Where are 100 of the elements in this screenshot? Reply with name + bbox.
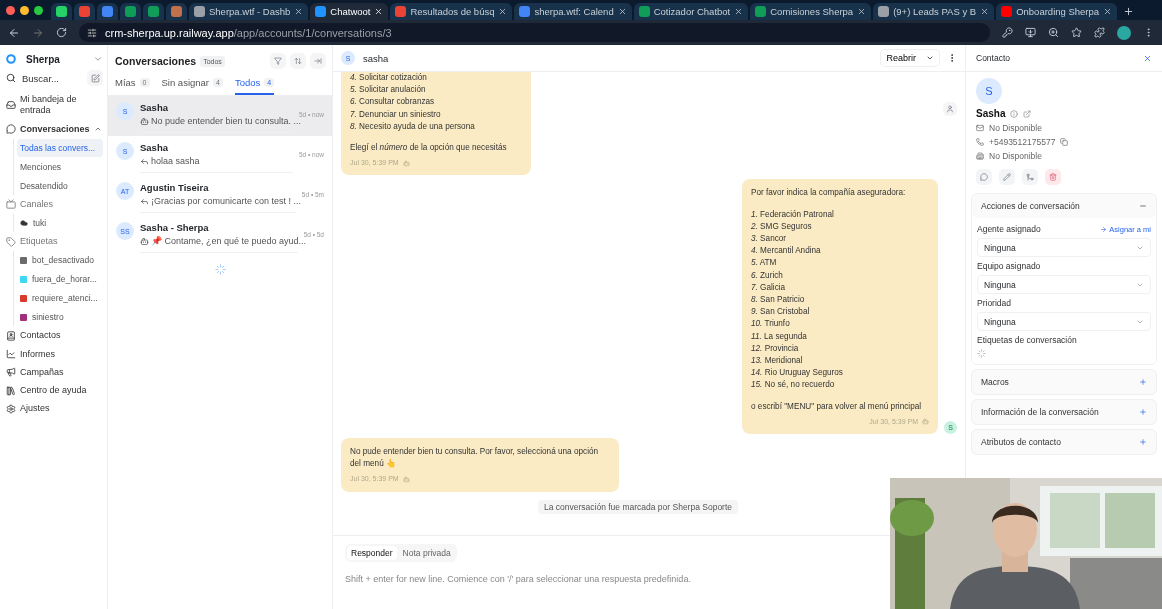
message-text: Elegí el número de la opción que necesitás xyxy=(350,142,508,154)
close-icon[interactable] xyxy=(857,7,867,16)
nav-item[interactable]: Ajustes xyxy=(4,400,103,418)
nav-item[interactable]: Conversaciones xyxy=(4,120,103,138)
nav-item[interactable]: Informes xyxy=(4,345,103,363)
nav-subitem-label: Todas las convers... xyxy=(20,142,96,153)
search-icon xyxy=(6,73,16,83)
select-field[interactable]: Ninguna xyxy=(977,275,1151,294)
contact-name: Sasha xyxy=(976,108,1006,119)
new-tab-icon[interactable] xyxy=(1123,6,1135,17)
message-text: 6. Consultar cobranzas xyxy=(350,96,436,109)
megaphone-icon xyxy=(6,367,16,378)
reopen-button[interactable]: Reabrir xyxy=(881,50,939,66)
merge-icon xyxy=(1026,173,1034,181)
nav-subitem[interactable]: siniestro xyxy=(17,308,103,327)
message-text: 2. SMG Seguros xyxy=(751,220,813,233)
nav-subitem[interactable]: Menciones xyxy=(17,157,103,176)
browser-tab[interactable]: Onboarding Sherpa xyxy=(996,3,1118,20)
browser-tab[interactable]: Resultados de búsq xyxy=(390,3,513,20)
browser-tab[interactable] xyxy=(166,3,187,20)
nav-subitem-label: Menciones xyxy=(20,161,62,172)
maximize-window-icon[interactable] xyxy=(34,5,43,15)
install-icon[interactable] xyxy=(1025,27,1036,38)
close-icon[interactable] xyxy=(374,7,384,16)
contact-detail: +5493512175577 xyxy=(989,137,1056,147)
browser-tab[interactable] xyxy=(143,3,164,20)
robot-icon xyxy=(402,476,410,484)
nav-subitem[interactable]: tuki xyxy=(17,214,103,232)
nav-subitem-label: bot_desactivado xyxy=(32,255,94,266)
nav-item[interactable]: Canales xyxy=(4,195,103,213)
nav-item[interactable]: Mi bandeja de entrada xyxy=(4,91,103,120)
minimize-window-icon[interactable] xyxy=(20,5,29,15)
nav-item[interactable]: Contactos xyxy=(4,327,103,345)
tv-icon xyxy=(6,199,16,210)
reply-mode-tab[interactable]: Nota privada xyxy=(398,546,455,560)
section-title: Macros xyxy=(981,377,1009,387)
key-icon[interactable] xyxy=(1002,27,1013,38)
merge-button[interactable] xyxy=(1022,169,1038,185)
select-field[interactable]: Ninguna xyxy=(977,312,1151,331)
browser-tab[interactable]: Chatwoot xyxy=(310,3,389,20)
nav-subitem[interactable]: bot_desactivado xyxy=(17,251,103,270)
close-icon[interactable] xyxy=(734,7,744,16)
reload-icon[interactable] xyxy=(56,27,67,38)
bookmark-star-icon[interactable] xyxy=(1071,27,1082,38)
nav-item[interactable]: Centro de ayuda xyxy=(4,382,103,400)
field-label: Equipo asignado xyxy=(977,261,1041,271)
nav-subitem[interactable]: fuera_de_horar... xyxy=(17,270,103,289)
contact-book-icon xyxy=(6,330,16,341)
site-settings-icon[interactable] xyxy=(87,27,97,38)
search-field[interactable]: Buscar... xyxy=(20,70,78,86)
browser-tab[interactable] xyxy=(120,3,141,20)
message-preview: 📌 Contame, ¿en qué te puedo ayud... xyxy=(151,236,307,246)
select-field[interactable]: Ninguna xyxy=(977,238,1151,257)
account-name[interactable]: Sherpa xyxy=(26,53,60,65)
nav-item[interactable]: Campañas xyxy=(4,363,103,381)
field-label: Etiquetas de conversación xyxy=(977,335,1077,345)
browser-tab[interactable]: (9+) Leads PAS y B xyxy=(873,3,995,20)
browser-tab[interactable]: sherpa.wtf: Calend xyxy=(514,3,632,20)
nav-subitem[interactable]: requiere_atenci... xyxy=(17,289,103,308)
contact-avatar: S xyxy=(976,78,1002,104)
browser-tab[interactable] xyxy=(97,3,118,20)
loading-spinner-icon xyxy=(977,349,986,358)
nav-item[interactable]: Etiquetas xyxy=(4,233,103,251)
nav-subitem-label: fuera_de_horar... xyxy=(32,274,97,285)
tag-icon xyxy=(6,236,16,247)
list-title: Conversaciones xyxy=(115,55,197,67)
browser-tab[interactable]: Sherpa.wtf - Dashb xyxy=(189,3,309,20)
nav-subitem[interactable]: Todas las convers... xyxy=(17,138,103,157)
reply-icon xyxy=(140,156,149,166)
browser-tab[interactable]: Cotizador Chatbot xyxy=(633,3,749,20)
contact-name: Sasha xyxy=(140,142,169,153)
browser-tab[interactable] xyxy=(51,3,72,20)
field-label: Agente asignado xyxy=(977,224,1041,234)
close-icon[interactable] xyxy=(980,7,990,16)
close-icon[interactable] xyxy=(1103,7,1113,16)
compose-icon xyxy=(90,73,100,83)
message-text: 15. No sé, no recuerdo xyxy=(751,379,836,392)
mail-icon xyxy=(976,124,984,132)
browser-tab[interactable]: Comisiones Sherpa xyxy=(750,3,872,20)
extensions-icon[interactable] xyxy=(1094,27,1105,38)
address-bar[interactable]: crm-sherpa.up.railway.app/app/accounts/1/conversations/3 xyxy=(79,23,990,42)
tab-label: Mías xyxy=(115,77,136,88)
chart-icon xyxy=(6,349,16,360)
accordion-header[interactable]: Acciones de conversación xyxy=(972,194,1156,218)
close-window-icon[interactable] xyxy=(6,5,15,15)
loading-spinner-icon xyxy=(214,264,226,275)
reply-mode-tab[interactable]: Responder xyxy=(347,546,397,560)
message-preview: No pude entender bien tu consulta. ... xyxy=(151,116,302,126)
back-icon[interactable] xyxy=(8,26,20,39)
nav-subitem-label: tuki xyxy=(33,218,47,228)
close-icon[interactable] xyxy=(498,7,508,16)
message-text: 5. Solicitar anulación xyxy=(350,84,427,97)
nav-subitem[interactable]: Desatendido xyxy=(17,176,103,195)
phone-icon xyxy=(976,138,984,146)
browser-tab[interactable] xyxy=(74,3,95,20)
message-text: 4. Solicitar cotización xyxy=(350,72,428,84)
close-icon[interactable] xyxy=(294,7,304,16)
profile-avatar[interactable] xyxy=(1117,25,1131,40)
zoom-icon[interactable] xyxy=(1048,27,1059,38)
close-icon[interactable] xyxy=(617,7,627,16)
